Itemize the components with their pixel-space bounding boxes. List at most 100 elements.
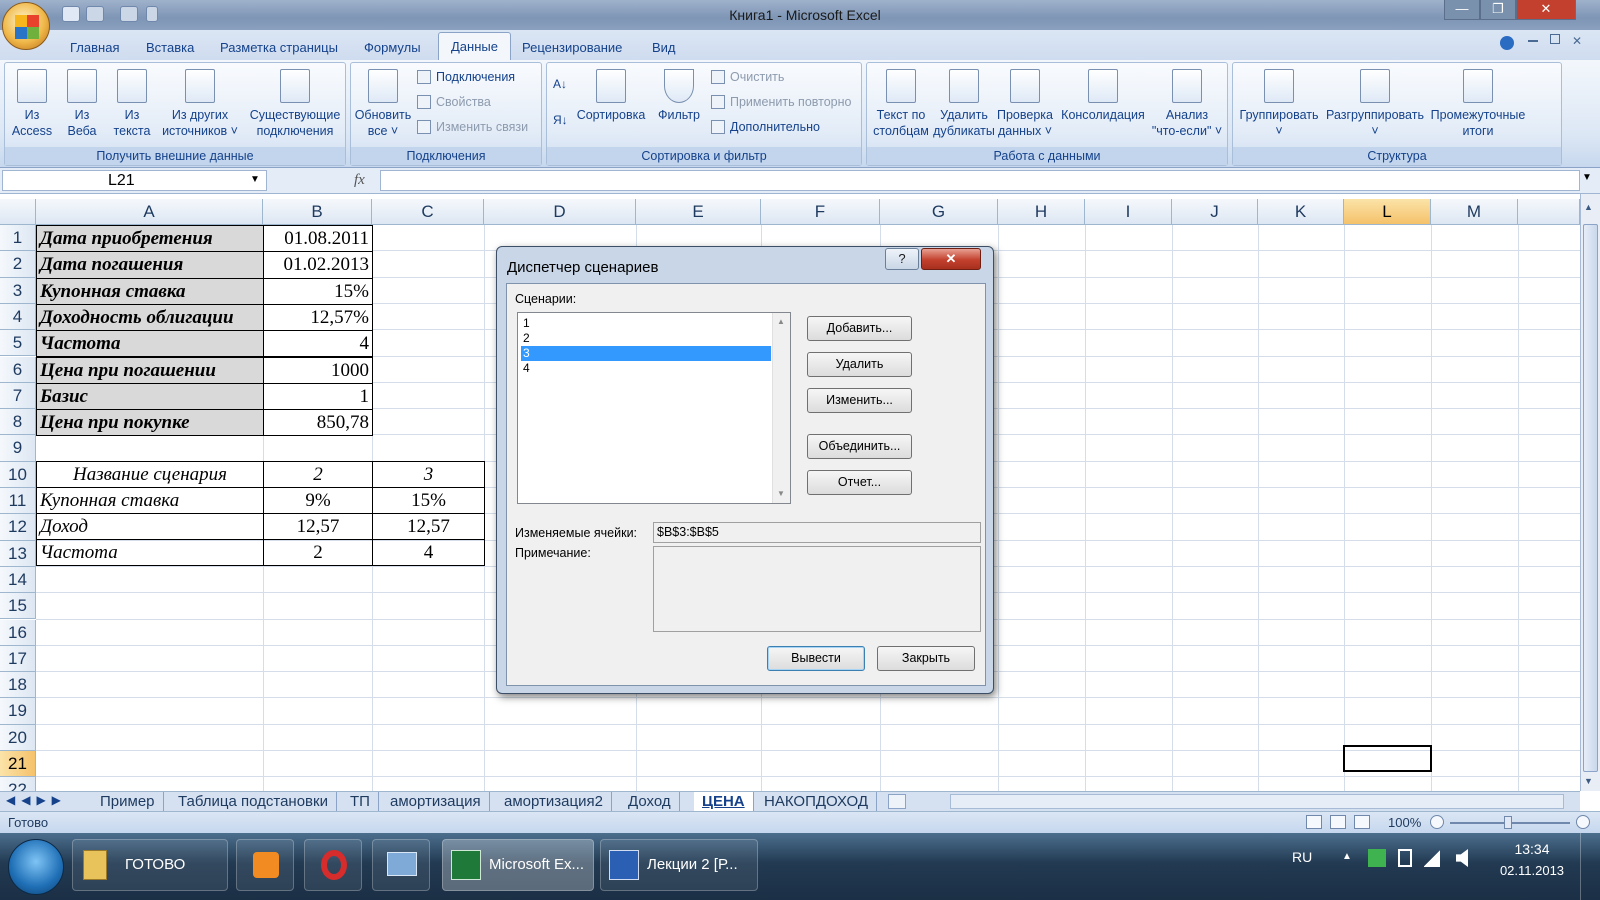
col-header-d[interactable]: D — [484, 199, 636, 225]
table-cell[interactable]: 2 — [263, 539, 373, 566]
name-box[interactable]: L21 — [2, 170, 267, 191]
scroll-up-icon[interactable]: ▲ — [1584, 202, 1593, 212]
formula-input[interactable] — [380, 170, 1580, 191]
remove-duplicates-button[interactable]: Удалить дубликаты — [933, 65, 995, 139]
col-header-c[interactable]: C — [372, 199, 484, 225]
param-label-cell[interactable]: Дата погашения — [36, 251, 264, 279]
sheet-tab[interactable]: Пример — [92, 792, 164, 812]
fx-icon[interactable]: fx — [354, 172, 365, 189]
row-header-17[interactable]: 17 — [0, 645, 36, 673]
what-if-button[interactable]: Анализ "что-если" ˅ — [1149, 65, 1225, 139]
zoom-level[interactable]: 100% — [1388, 815, 1421, 830]
row-header-18[interactable]: 18 — [0, 672, 36, 699]
zoom-in-icon[interactable] — [1576, 815, 1590, 829]
sort-za-icon[interactable]: Я↓ — [553, 113, 571, 131]
list-item[interactable]: 4 — [521, 361, 771, 376]
param-label-cell[interactable]: Дата приобретения — [36, 225, 264, 253]
edit-button[interactable]: Изменить... — [807, 388, 912, 413]
row-header-21[interactable]: 21 — [0, 751, 36, 778]
sheet-tab[interactable]: НАКОПДОХОД — [756, 792, 878, 812]
col-header-n[interactable] — [1518, 199, 1580, 225]
sheet-tab[interactable]: амортизация — [382, 792, 490, 812]
scroll-up-icon[interactable]: ▲ — [777, 317, 785, 326]
row-header-15[interactable]: 15 — [0, 593, 36, 620]
scroll-thumb[interactable] — [1583, 224, 1598, 772]
dialog-close-text-button[interactable]: Закрыть — [877, 646, 975, 671]
param-label-cell[interactable]: Доходность облигации — [36, 303, 264, 332]
vertical-scrollbar[interactable]: ▲ ▼ — [1580, 194, 1600, 791]
zoom-slider-thumb[interactable] — [1504, 816, 1512, 829]
row-header-1[interactable]: 1 — [0, 225, 36, 252]
from-other-sources-button[interactable]: Из других источников ˅ — [159, 65, 241, 139]
report-button[interactable]: Отчет... — [807, 470, 912, 495]
add-button[interactable]: Добавить... — [807, 316, 912, 341]
col-header-k[interactable]: K — [1258, 199, 1344, 225]
scroll-down-icon[interactable]: ▼ — [1584, 776, 1593, 786]
row-header-2[interactable]: 2 — [0, 251, 36, 278]
param-label-cell[interactable]: Купонная ставка — [36, 277, 264, 305]
sheet-tab[interactable]: Доход — [620, 792, 680, 812]
clock-time[interactable]: 13:34 — [1502, 841, 1562, 857]
from-web-button[interactable]: Из Веба — [59, 65, 105, 139]
reapply-button[interactable]: Применить повторно — [711, 92, 852, 114]
start-button[interactable] — [8, 839, 64, 895]
ungroup-button[interactable]: Разгруппировать ˅ — [1323, 65, 1427, 139]
sheet-tab-active[interactable]: ЦЕНА — [694, 792, 754, 812]
changing-cells-field[interactable]: $B$3:$B$5 — [653, 522, 981, 543]
tab-home[interactable]: Главная — [58, 38, 131, 60]
taskbar-opera[interactable] — [304, 839, 362, 891]
param-value-cell[interactable]: 850,78 — [263, 409, 373, 437]
active-cell[interactable] — [1343, 745, 1432, 772]
ribbon-close-icon[interactable]: ✕ — [1572, 34, 1582, 48]
table-header-cell[interactable]: Название сценария — [36, 461, 264, 488]
scroll-down-icon[interactable]: ▼ — [777, 489, 785, 498]
param-value-cell[interactable]: 15% — [263, 277, 373, 305]
param-label-cell[interactable]: Базис — [36, 382, 264, 411]
table-cell[interactable]: 9% — [263, 487, 373, 514]
ribbon-restore-icon[interactable] — [1550, 34, 1560, 44]
tab-view[interactable]: Вид — [640, 38, 688, 60]
sheet-tab[interactable]: ТП — [342, 792, 379, 812]
col-header-a[interactable]: A — [36, 199, 263, 225]
row-header-16[interactable]: 16 — [0, 619, 36, 646]
list-item-selected[interactable]: 3 — [521, 346, 771, 361]
sheet-nav-arrows-icon[interactable]: ◀◀▶▶ — [6, 793, 67, 807]
taskbar-folder[interactable]: ГОТОВО — [72, 839, 228, 891]
minimize-button[interactable]: — — [1444, 0, 1480, 20]
tab-review[interactable]: Рецензирование — [510, 38, 634, 60]
param-value-cell[interactable]: 01.02.2013 — [263, 251, 373, 279]
expand-formula-icon[interactable]: ▼ — [1582, 172, 1592, 183]
row-header-22[interactable]: 22 — [0, 777, 36, 791]
battery-icon[interactable] — [1398, 849, 1412, 867]
param-value-cell[interactable]: 1000 — [263, 356, 373, 384]
row-header-11[interactable]: 11 — [0, 488, 36, 515]
delete-button[interactable]: Удалить — [807, 352, 912, 377]
show-desktop-button[interactable] — [1580, 833, 1600, 900]
language-indicator[interactable]: RU — [1292, 849, 1312, 865]
table-cell[interactable]: 15% — [372, 487, 485, 514]
list-scrollbar[interactable]: ▲ ▼ — [772, 313, 790, 503]
page-break-view-icon[interactable] — [1354, 815, 1370, 829]
row-header-7[interactable]: 7 — [0, 382, 36, 410]
taskbar-media-player[interactable] — [236, 839, 294, 891]
row-header-8[interactable]: 8 — [0, 409, 36, 436]
row-header-5[interactable]: 5 — [0, 330, 36, 357]
page-layout-view-icon[interactable] — [1330, 815, 1346, 829]
dialog-close-button[interactable]: ✕ — [921, 248, 981, 270]
show-button[interactable]: Вывести — [767, 646, 865, 671]
redo-icon[interactable] — [120, 6, 138, 22]
col-header-h[interactable]: H — [998, 199, 1085, 225]
comment-field[interactable] — [653, 546, 981, 632]
zoom-out-icon[interactable] — [1430, 815, 1444, 829]
save-icon[interactable] — [62, 6, 80, 22]
clear-button[interactable]: Очистить — [711, 67, 784, 89]
row-header-13[interactable]: 13 — [0, 540, 36, 567]
from-access-button[interactable]: Из Access — [7, 65, 57, 139]
merge-button[interactable]: Объединить... — [807, 434, 912, 459]
col-header-f[interactable]: F — [761, 199, 880, 225]
sort-button[interactable]: Сортировка — [575, 65, 647, 123]
col-header-l[interactable]: L — [1344, 199, 1431, 225]
row-header-20[interactable]: 20 — [0, 724, 36, 751]
from-text-button[interactable]: Из текста — [107, 65, 157, 139]
row-header-14[interactable]: 14 — [0, 566, 36, 594]
